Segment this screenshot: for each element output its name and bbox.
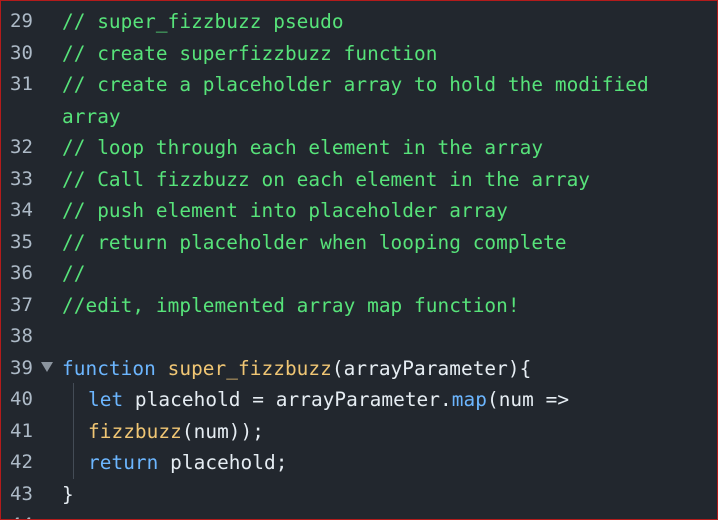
line-number: 31 [10,73,33,95]
code-line: 30 // create superfizzbuzz function [1,38,717,69]
code-function-declaration: function super_fizzbuzz(arrayParameter){ [62,353,531,384]
keyword-let: let [88,388,124,411]
line-number: 41 [10,420,33,442]
function-params: (arrayParameter){ [331,357,532,380]
line-number: 32 [10,136,33,158]
code-text: (num)); [181,420,265,443]
line-number: 35 [10,231,33,253]
code-text: (num => [486,388,570,411]
code-line: 35 // return placeholder when looping co… [1,227,717,258]
code-line: 41 fizzbuzz(num)); [1,416,717,447]
code-comment: // create a placeholder array to hold th… [62,73,649,96]
code-comment: // push element into placeholder array [62,199,508,222]
code-line: 36 // [1,258,717,289]
line-number: 29 [10,10,33,32]
code-editor: 29 // super_fizzbuzz pseudo 30 // create… [0,0,718,520]
code-statement: return placehold; [88,447,287,478]
line-number: 44 [10,510,40,519]
line-number: 33 [10,168,33,190]
code-line: 40 let placehold = arrayParameter.map(nu… [1,384,717,415]
method-map: map [451,388,487,411]
code-line: 32 // loop through each element in the a… [1,132,717,163]
code-line: 31 // create a placeholder array to hold… [1,69,717,100]
code-comment: // return placeholder when looping compl… [62,231,567,254]
code-statement: let placehold = arrayParameter.map(num =… [88,384,569,415]
line-number: 37 [10,294,33,316]
line-number: 39 [10,357,33,379]
line-number: 30 [10,42,33,64]
code-statement: fizzbuzz(num)); [88,416,264,447]
function-name: super_fizzbuzz [167,357,332,380]
function-call-name: fizzbuzz [88,420,182,443]
code-comment: // super_fizzbuzz pseudo [62,10,344,33]
code-comment-wrapped: array [62,105,121,128]
code-line: 43 } [1,479,717,510]
code-line: 42 return placehold; [1,447,717,478]
code-comment: // Call fizzbuzz on each element in the … [62,168,591,191]
code-line: 34 // push element into placeholder arra… [1,195,717,226]
code-text: placehold; [158,451,288,474]
fold-arrow-down-icon[interactable] [41,362,53,372]
code-line: 39 function super_fizzbuzz(arrayParamete… [1,353,717,384]
code-comment: // [62,262,86,285]
line-number: 34 [10,199,33,221]
code-line: 38 [1,321,717,352]
keyword-function: function [62,357,156,380]
code-comment: //edit, implemented array map function! [62,294,520,317]
line-number: 36 [10,262,33,284]
code-line-wrap: array [1,101,717,132]
code-comment: // loop through each element in the arra… [62,136,544,159]
code-line: 37 //edit, implemented array map functio… [1,290,717,321]
code-line: 29 // super_fizzbuzz pseudo [1,6,717,37]
closing-brace: } [62,483,74,506]
code-line: 44 [1,510,717,519]
keyword-return: return [88,451,159,474]
code-text: placehold = arrayParameter. [123,388,452,411]
line-number: 40 [10,388,33,410]
line-number: 42 [10,451,33,473]
code-line: 33 // Call fizzbuzz on each element in t… [1,164,717,195]
line-number: 43 [10,483,33,505]
line-number: 38 [10,325,33,347]
code-comment: // create superfizzbuzz function [62,42,438,65]
